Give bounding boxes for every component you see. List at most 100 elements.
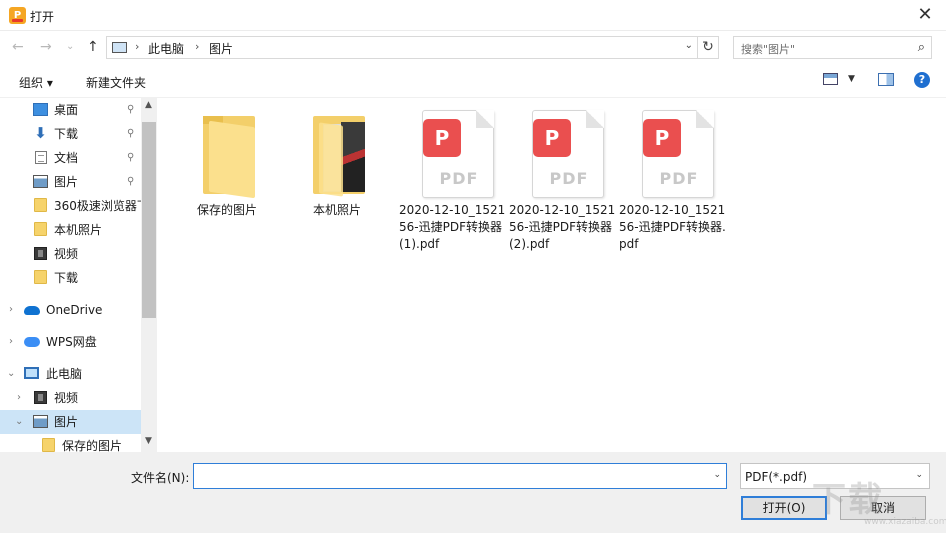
navigation-bar: ← → ⌄ ↑ › 此电脑 › 图片 ⌄ ↻ 搜索"图片" ⌕: [0, 31, 946, 64]
new-folder-button[interactable]: 新建文件夹: [86, 74, 146, 91]
collapse-chevron-icon[interactable]: ⌄: [7, 362, 15, 386]
sidebar-item-downloads[interactable]: ⬇ 下载 ⚲: [0, 122, 141, 146]
search-placeholder: 搜索"图片": [741, 43, 796, 56]
recent-locations-button[interactable]: ⌄: [66, 39, 74, 55]
collapse-chevron-icon[interactable]: ⌄: [15, 410, 23, 434]
sidebar-scrollbar[interactable]: ▲ ▼: [141, 98, 157, 452]
file-name: 2020-12-10_152156-迅捷PDF转换器 (2).pdf: [509, 203, 616, 251]
app-icon: P: [9, 7, 26, 24]
sidebar-item-desktop[interactable]: 桌面 ⚲: [0, 98, 141, 122]
pdf-logo-icon: P: [643, 119, 681, 157]
file-list: 保存的图片 本机照片 P PDF 2020-12-10_152156-迅捷PDF…: [157, 98, 946, 452]
folder-icon: [34, 270, 47, 284]
document-icon: [35, 151, 47, 164]
organize-menu[interactable]: 组织 ▾: [19, 74, 53, 91]
change-view-icon[interactable]: [823, 73, 838, 85]
filename-input[interactable]: ⌄: [193, 463, 727, 489]
cancel-button[interactable]: 取消: [840, 496, 926, 520]
open-button[interactable]: 打开(O): [741, 496, 827, 520]
sidebar-item-pictures[interactable]: 图片 ⚲: [0, 170, 141, 194]
sidebar-item-label: 下载: [54, 127, 79, 141]
sidebar-item-onedrive[interactable]: › OneDrive: [0, 298, 141, 322]
breadcrumb-separator: ›: [195, 40, 200, 53]
sidebar-item-wps-cloud[interactable]: › WPS网盘: [0, 330, 141, 354]
pdf-label: PDF: [659, 169, 699, 188]
sidebar-item-label: 视频: [54, 247, 79, 261]
sidebar-item-pc-videos[interactable]: › 视频: [0, 386, 141, 410]
pdf-logo-icon: P: [533, 119, 571, 157]
pdf-label: PDF: [549, 169, 589, 188]
file-item-pdf-2[interactable]: P PDF 2020-12-10_152156-迅捷PDF转换器 (2).pdf: [509, 110, 619, 253]
up-button[interactable]: ↑: [87, 39, 99, 55]
scrollbar-thumb[interactable]: [142, 122, 156, 318]
file-item-saved-pictures[interactable]: 保存的图片: [172, 110, 282, 219]
this-pc-icon: [112, 42, 127, 53]
address-bar[interactable]: › 此电脑 › 图片 ⌄: [106, 36, 698, 59]
sidebar-item-label: 此电脑: [46, 367, 83, 381]
sidebar-item-label: 本机照片: [54, 223, 103, 237]
folder-icon: [34, 222, 47, 236]
view-options-dropdown-icon[interactable]: ▼: [848, 74, 855, 84]
navigation-pane: 桌面 ⚲ ⬇ 下载 ⚲ 文档 ⚲ 图片 ⚲ 360极速浏览器下 本机照片 视频 …: [0, 98, 157, 452]
sidebar-item-360-browser[interactable]: 360极速浏览器下: [0, 194, 141, 218]
photo-folder-icon: [297, 110, 377, 200]
pdf-label: PDF: [439, 169, 479, 188]
filetype-select[interactable]: PDF(*.pdf) ⌄: [740, 463, 930, 489]
pdf-file-icon: P PDF: [634, 110, 714, 200]
filename-dropdown-icon[interactable]: ⌄: [713, 470, 721, 480]
sidebar-item-label: 视频: [54, 391, 79, 405]
sidebar-item-saved-pictures[interactable]: 保存的图片: [0, 434, 141, 452]
sidebar-item-label: WPS网盘: [46, 335, 97, 349]
pictures-icon: [33, 175, 48, 188]
dialog-footer: 文件名(N): ⌄ PDF(*.pdf) ⌄ 打开(O) 取消: [0, 452, 946, 533]
file-name: 2020-12-10_152156-迅捷PDF转换器 (1).pdf: [399, 203, 506, 251]
sidebar-item-download-folder[interactable]: 下载: [0, 266, 141, 290]
filetype-dropdown-icon[interactable]: ⌄: [915, 470, 923, 480]
sidebar-item-label: 桌面: [54, 103, 79, 117]
file-item-local-photos[interactable]: 本机照片: [282, 110, 392, 219]
forward-button[interactable]: →: [40, 39, 52, 55]
help-icon[interactable]: ?: [914, 72, 930, 88]
search-input[interactable]: 搜索"图片" ⌕: [733, 36, 932, 59]
close-button[interactable]: ✕: [914, 5, 936, 27]
breadcrumb-pictures[interactable]: 图片: [209, 40, 233, 57]
file-item-pdf-3[interactable]: P PDF 2020-12-10_152156-迅捷PDF转换器.pdf: [619, 110, 729, 253]
sidebar-item-videos[interactable]: 视频: [0, 242, 141, 266]
folder-icon: [34, 198, 47, 212]
app-icon-letter: P: [13, 9, 22, 21]
sidebar-item-label: OneDrive: [46, 303, 103, 317]
filetype-value: PDF(*.pdf): [745, 470, 808, 484]
sidebar-item-local-photos[interactable]: 本机照片: [0, 218, 141, 242]
preview-pane-icon[interactable]: [878, 73, 894, 86]
pin-icon: ⚲: [127, 176, 135, 187]
pin-icon: ⚲: [127, 104, 135, 115]
sidebar-item-documents[interactable]: 文档 ⚲: [0, 146, 141, 170]
pdf-file-icon: P PDF: [414, 110, 494, 200]
expand-chevron-icon[interactable]: ›: [9, 330, 13, 354]
file-name: 本机照片: [312, 203, 361, 217]
breadcrumb-this-pc[interactable]: 此电脑: [148, 40, 184, 57]
pdf-file-icon: P PDF: [524, 110, 604, 200]
address-dropdown-icon[interactable]: ⌄: [685, 40, 693, 51]
video-icon: [34, 247, 47, 260]
sidebar-item-label: 文档: [54, 151, 79, 165]
title-bar: P 打开 ✕: [0, 0, 946, 31]
refresh-button[interactable]: ↻: [698, 36, 719, 59]
scroll-up-icon[interactable]: ▲: [145, 100, 152, 110]
file-name: 保存的图片: [196, 203, 257, 217]
pin-icon: ⚲: [127, 128, 135, 139]
folder-icon: [187, 110, 267, 200]
desktop-icon: [33, 103, 48, 116]
expand-chevron-icon[interactable]: ›: [9, 298, 13, 322]
scroll-down-icon[interactable]: ▼: [145, 436, 152, 446]
file-item-pdf-1[interactable]: P PDF 2020-12-10_152156-迅捷PDF转换器 (1).pdf: [399, 110, 509, 253]
this-pc-icon: [24, 367, 39, 379]
back-button[interactable]: ←: [12, 39, 24, 55]
sidebar-item-this-pc[interactable]: ⌄ 此电脑: [0, 362, 141, 386]
sidebar-item-pc-pictures[interactable]: ⌄ 图片: [0, 410, 141, 434]
search-icon[interactable]: ⌕: [918, 40, 925, 55]
window-title: 打开: [30, 10, 55, 24]
pin-icon: ⚲: [127, 152, 135, 163]
expand-chevron-icon[interactable]: ›: [17, 386, 21, 410]
file-name: 2020-12-10_152156-迅捷PDF转换器.pdf: [619, 203, 726, 251]
